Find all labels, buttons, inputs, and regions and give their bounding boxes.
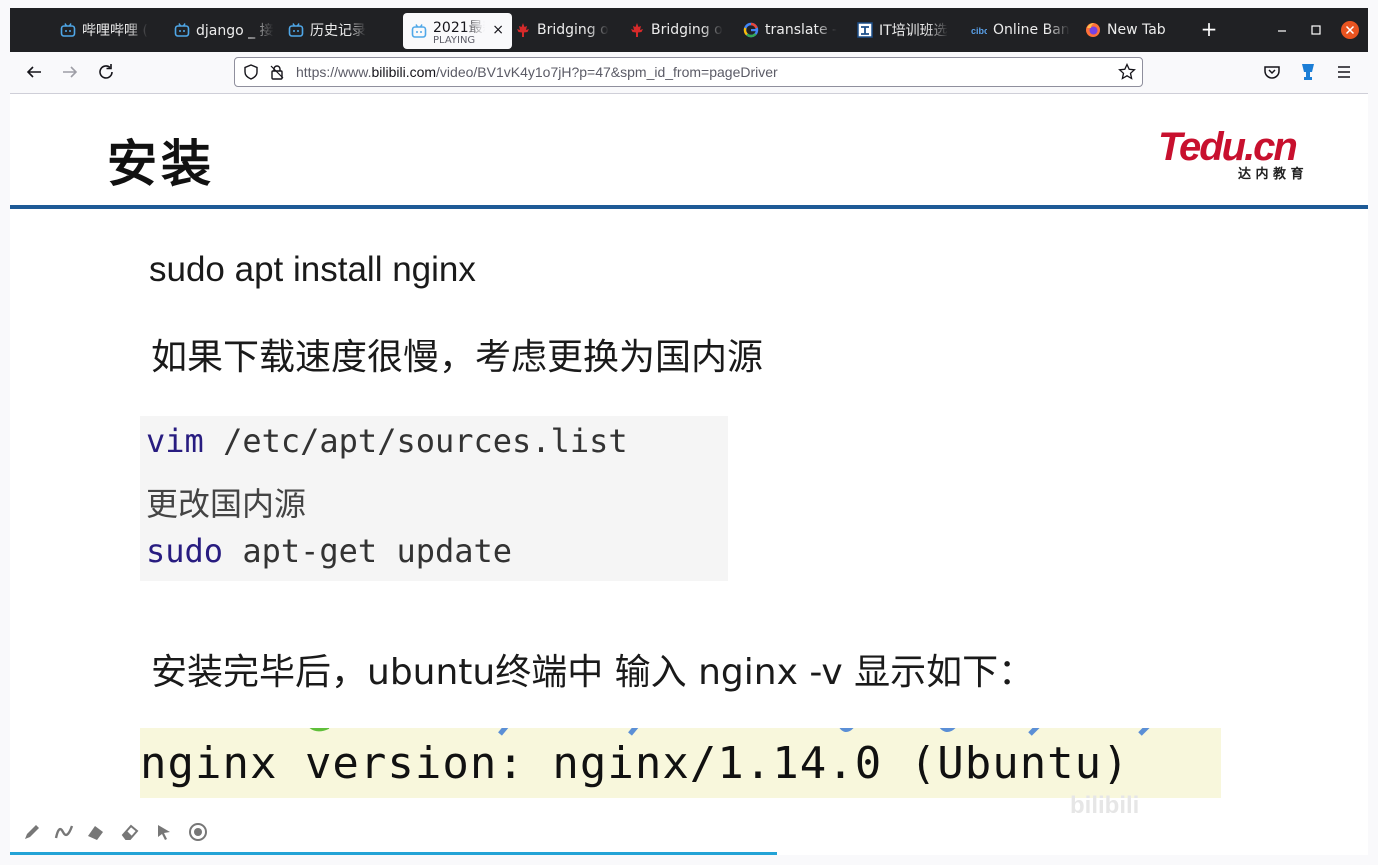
verify-note: 安装完毕后，ubuntu终端中 输入 nginx -v 显示如下： (151, 652, 1035, 693)
bilibili-watermark: bilibili (1070, 792, 1140, 819)
tab-bilibili-home[interactable]: 哔哩哔哩 ( (60, 8, 160, 52)
shield-icon[interactable] (243, 64, 259, 84)
code-args: /etc/apt/sources.list (203, 422, 628, 460)
tab-label: 2021最新 (433, 20, 485, 36)
install-command: sudo apt install nginx (149, 250, 476, 289)
bank-icon: cibc (971, 22, 987, 38)
google-icon (743, 22, 759, 38)
tab-label: django _ 接 (196, 23, 274, 39)
bilibili-icon (60, 22, 76, 38)
maximize-window-icon[interactable] (1306, 20, 1326, 40)
video-slide[interactable]: 安装 Tedu.cn 达 内 教 育 sudo apt install ngin… (10, 94, 1368, 855)
code-line-vim: vim /etc/apt/sources.list (146, 422, 628, 460)
nginx-version-text: nginx version: nginx/1.14.0 (Ubuntu) (140, 738, 1130, 789)
maple-leaf-icon (629, 22, 645, 38)
terminal-output: nginx version: nginx/1.14.0 (Ubuntu) (140, 728, 1221, 798)
tab-translate[interactable]: translate - (743, 8, 843, 52)
tab-label: Bridging o (651, 22, 723, 38)
logo-wordmark: Tedu.cn (1158, 125, 1296, 169)
tab-label: 哔哩哔哩 ( (82, 23, 148, 39)
address-bar[interactable]: https://www.bilibili.com/video/BV1vK4y1o… (234, 57, 1143, 87)
navigation-bar: https://www.bilibili.com/video/BV1vK4y1o… (10, 52, 1368, 94)
url-path: /video/BV1vK4y1o7jH?p=47&spm_id_from=pag… (436, 64, 778, 80)
tab-label: IT培训班选 (879, 23, 948, 39)
back-arrow-icon[interactable] (22, 60, 46, 84)
url-prefix: https://www. (296, 64, 372, 80)
tab-playing-status: PLAYING (433, 35, 476, 46)
close-tab-icon[interactable]: × (492, 22, 504, 38)
svg-text:cibc: cibc (971, 26, 987, 36)
code-keyword: sudo (146, 532, 224, 570)
highlighter-icon[interactable] (86, 822, 106, 842)
url-text[interactable]: https://www.bilibili.com/video/BV1vK4y1o… (296, 64, 778, 80)
site-icon (857, 22, 873, 38)
bilibili-icon (411, 23, 427, 43)
forward-arrow-icon[interactable] (58, 60, 82, 84)
tab-bridging-2[interactable]: Bridging o (629, 8, 729, 52)
pen-icon[interactable] (22, 822, 42, 842)
tab-label: New Tab (1107, 22, 1166, 38)
browser-window: 哔哩哔哩 ( django _ 接 历史记录 2021最新 PLAYING × (0, 0, 1378, 865)
tab-label: 历史记录 (310, 23, 366, 39)
close-window-icon[interactable] (1340, 20, 1360, 40)
tab-bridging-1[interactable]: Bridging o (515, 8, 615, 52)
hamburger-menu-icon[interactable] (1332, 60, 1356, 84)
tab-bar: 哔哩哔哩 ( django _ 接 历史记录 2021最新 PLAYING × (10, 8, 1368, 52)
tab-it-training[interactable]: IT培训班选 (857, 8, 957, 52)
firefox-icon (1085, 22, 1101, 38)
bookmark-star-icon[interactable] (1118, 62, 1136, 85)
bilibili-icon (288, 22, 304, 38)
code-keyword: vim (146, 422, 204, 460)
lock-icon[interactable] (269, 64, 285, 84)
tab-label: Online Ban (993, 22, 1070, 38)
pointer-icon[interactable] (154, 822, 174, 842)
eraser-icon[interactable] (120, 822, 140, 842)
tab-new-tab[interactable]: New Tab (1085, 8, 1185, 52)
maple-leaf-icon (515, 22, 531, 38)
tedu-logo: Tedu.cn 达 内 教 育 (1158, 122, 1328, 182)
title-divider (10, 205, 1368, 209)
record-icon[interactable] (188, 822, 208, 842)
video-progress-bar[interactable] (10, 852, 778, 855)
tab-online-bank[interactable]: cibc Online Ban (971, 8, 1071, 52)
url-host: bilibili.com (371, 64, 437, 80)
logo-subtitle: 达 内 教 育 (1238, 166, 1304, 182)
slide-title: 安装 (107, 135, 215, 193)
tab-active-video[interactable]: 2021最新 PLAYING × (403, 13, 512, 49)
mirror-note: 如果下载速度很慢，考虑更换为国内源 (151, 337, 764, 378)
tab-label: translate - (765, 22, 838, 38)
reload-icon[interactable] (94, 60, 118, 84)
extension-trophy-icon[interactable] (1296, 60, 1320, 84)
code-line-update: sudo apt-get update (146, 532, 512, 570)
tab-django[interactable]: django _ 接 (174, 8, 274, 52)
pocket-icon[interactable] (1260, 60, 1284, 84)
code-block: vim /etc/apt/sources.list 更改国内源 sudo apt… (140, 416, 728, 581)
bilibili-icon (174, 22, 190, 38)
new-tab-button[interactable]: + (1198, 18, 1220, 40)
tab-history[interactable]: 历史记录 (288, 8, 388, 52)
minimize-window-icon[interactable] (1272, 20, 1292, 40)
code-comment: 更改国内源 (146, 485, 307, 523)
code-args: apt-get update (223, 532, 513, 570)
curve-tool-icon[interactable] (54, 822, 74, 842)
tab-label: Bridging o (537, 22, 609, 38)
